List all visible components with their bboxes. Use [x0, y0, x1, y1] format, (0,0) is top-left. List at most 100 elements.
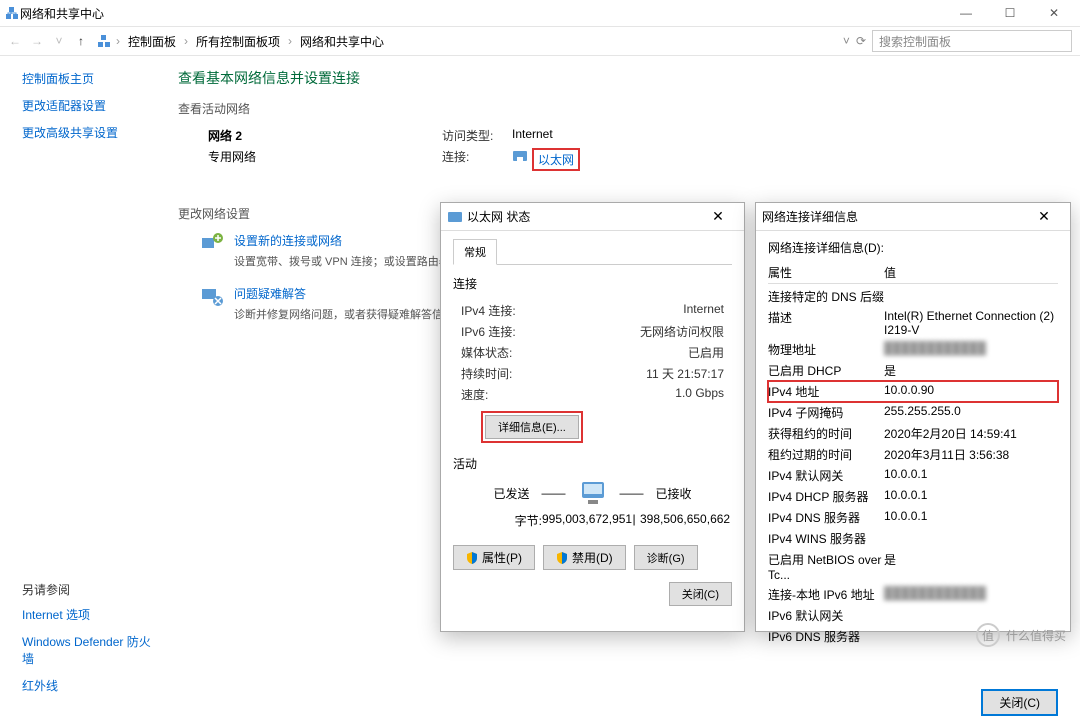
property-key: IPv4 地址	[768, 383, 884, 400]
column-property: 属性	[768, 264, 884, 281]
diagnose-button[interactable]: 诊断(G)	[634, 545, 698, 570]
divider: |	[628, 512, 640, 529]
detail-row: IPv4 默认网关10.0.0.1	[768, 465, 1058, 486]
property-key: IPv6 默认网关	[768, 607, 884, 624]
network-name: 网络 2	[208, 127, 442, 144]
close-button[interactable]: ✕	[1032, 0, 1076, 26]
property-value: 10.0.0.90	[884, 383, 1058, 400]
sidebar: 控制面板主页 更改适配器设置 更改高级共享设置 另请参阅 Internet 选项…	[0, 56, 160, 657]
status-row: 速度:1.0 Gbps	[453, 384, 732, 405]
property-value: 255.255.255.0	[884, 404, 1058, 421]
status-row: 持续时间:11 天 21:57:17	[453, 363, 732, 384]
ethernet-icon	[512, 148, 528, 164]
property-value: 是	[884, 551, 1058, 582]
activity-section-header: 活动	[453, 455, 732, 472]
disable-button[interactable]: 禁用(D)	[543, 545, 626, 570]
property-key: 连接特定的 DNS 后缀	[768, 288, 884, 305]
ethernet-status-dialog: 以太网 状态 ✕ 常规 连接 IPv4 连接:InternetIPv6 连接:无…	[440, 202, 745, 632]
property-key: 描述	[768, 309, 884, 337]
troubleshoot-desc: 诊断并修复网络问题，或者获得疑难解答信息。	[234, 306, 465, 322]
dialog-title: 以太网 状态	[467, 208, 530, 225]
tab-general[interactable]: 常规	[453, 239, 497, 265]
sidebar-item-firewall[interactable]: Windows Defender 防火墙	[22, 633, 160, 667]
forward-button[interactable]: →	[26, 30, 48, 52]
bytes-label: 字节:	[459, 512, 542, 529]
property-key: 已启用 NetBIOS over Tc...	[768, 551, 884, 582]
connection-label: 连接:	[442, 148, 512, 171]
breadcrumb-item[interactable]: 网络和共享中心	[296, 31, 388, 52]
troubleshoot-icon	[200, 285, 224, 309]
property-value: 已启用	[688, 344, 724, 361]
detail-row: IPv4 地址10.0.0.90	[768, 381, 1058, 402]
up-button[interactable]: ↑	[70, 30, 92, 52]
detail-row: 获得租约的时间2020年2月20日 14:59:41	[768, 423, 1058, 444]
details-button[interactable]: 详细信息(E)...	[485, 415, 579, 439]
column-value: 值	[884, 264, 1058, 281]
breadcrumb-item[interactable]: 控制面板	[124, 31, 180, 52]
dialog-title: 网络连接详细信息	[762, 208, 858, 225]
sent-label: 已发送	[493, 485, 529, 502]
property-value	[884, 607, 1058, 624]
back-button[interactable]: ←	[4, 30, 26, 52]
detail-row: 连接特定的 DNS 后缀	[768, 286, 1058, 307]
property-key: IPv4 DNS 服务器	[768, 509, 884, 526]
shield-icon	[556, 552, 568, 564]
chevron-down-icon[interactable]: ˅	[843, 34, 850, 48]
sidebar-item-internet-options[interactable]: Internet 选项	[22, 606, 160, 623]
breadcrumb[interactable]: › 控制面板 › 所有控制面板项 › 网络和共享中心	[96, 31, 837, 52]
property-value	[884, 288, 1058, 305]
properties-button[interactable]: 属性(P)	[453, 545, 535, 570]
recent-dropdown[interactable]: ˅	[48, 30, 70, 52]
refresh-icon[interactable]: ⟳	[856, 34, 866, 48]
property-value: Internet	[683, 302, 724, 319]
detail-row: 已启用 DHCP是	[768, 360, 1058, 381]
property-key: 已启用 DHCP	[768, 362, 884, 379]
property-value: ████████████	[884, 586, 1058, 603]
property-key: 连接-本地 IPv6 地址	[768, 586, 884, 603]
watermark: 值 什么值得买	[976, 623, 1066, 647]
property-value: 10.0.0.1	[884, 509, 1058, 526]
property-value: 10.0.0.1	[884, 467, 1058, 484]
close-button[interactable]: ✕	[1024, 208, 1064, 225]
status-row: IPv4 连接:Internet	[453, 300, 732, 321]
property-key: 物理地址	[768, 341, 884, 358]
search-input[interactable]: 搜索控制面板	[872, 30, 1072, 52]
sidebar-item-home[interactable]: 控制面板主页	[22, 70, 160, 87]
bytes-sent: 995,003,672,951	[542, 512, 628, 529]
maximize-button[interactable]: ☐	[988, 0, 1032, 26]
troubleshoot-link[interactable]: 问题疑难解答	[234, 287, 306, 301]
detail-row: 连接-本地 IPv6 地址████████████	[768, 584, 1058, 605]
breadcrumb-item[interactable]: 所有控制面板项	[192, 31, 284, 52]
watermark-icon: 值	[976, 623, 1000, 647]
sidebar-item-adapter[interactable]: 更改适配器设置	[22, 97, 160, 114]
active-networks-header: 查看活动网络	[178, 100, 1062, 117]
property-value: 2020年2月20日 14:59:41	[884, 425, 1058, 442]
property-key: IPv6 连接:	[461, 323, 640, 340]
new-connection-icon	[200, 232, 224, 256]
sidebar-item-sharing[interactable]: 更改高级共享设置	[22, 124, 160, 141]
connection-section-header: 连接	[453, 275, 732, 292]
close-button[interactable]: 关闭(C)	[981, 689, 1058, 716]
detail-row: 已启用 NetBIOS over Tc...是	[768, 549, 1058, 584]
property-value: 11 天 21:57:17	[646, 365, 724, 382]
access-value: Internet	[512, 127, 553, 144]
window-title: 网络和共享中心	[20, 5, 104, 22]
new-connection-link[interactable]: 设置新的连接或网络	[234, 234, 342, 248]
network-icon	[4, 5, 20, 21]
shield-icon	[466, 552, 478, 564]
detail-row: 物理地址████████████	[768, 339, 1058, 360]
sidebar-item-infrared[interactable]: 红外线	[22, 677, 160, 694]
network-icon	[96, 33, 112, 49]
property-key: 租约过期的时间	[768, 446, 884, 463]
detail-row: 租约过期的时间2020年3月11日 3:56:38	[768, 444, 1058, 465]
connection-link[interactable]: 以太网	[532, 148, 580, 171]
close-button[interactable]: ✕	[698, 208, 738, 225]
property-value: ████████████	[884, 341, 1058, 358]
detail-row: 描述Intel(R) Ethernet Connection (2) I219-…	[768, 307, 1058, 339]
property-key: 持续时间:	[461, 365, 646, 382]
close-button[interactable]: 关闭(C)	[669, 582, 732, 606]
property-value: 2020年3月11日 3:56:38	[884, 446, 1058, 463]
details-label: 网络连接详细信息(D):	[768, 239, 1058, 256]
property-key: IPv4 DHCP 服务器	[768, 488, 884, 505]
minimize-button[interactable]: —	[944, 0, 988, 26]
